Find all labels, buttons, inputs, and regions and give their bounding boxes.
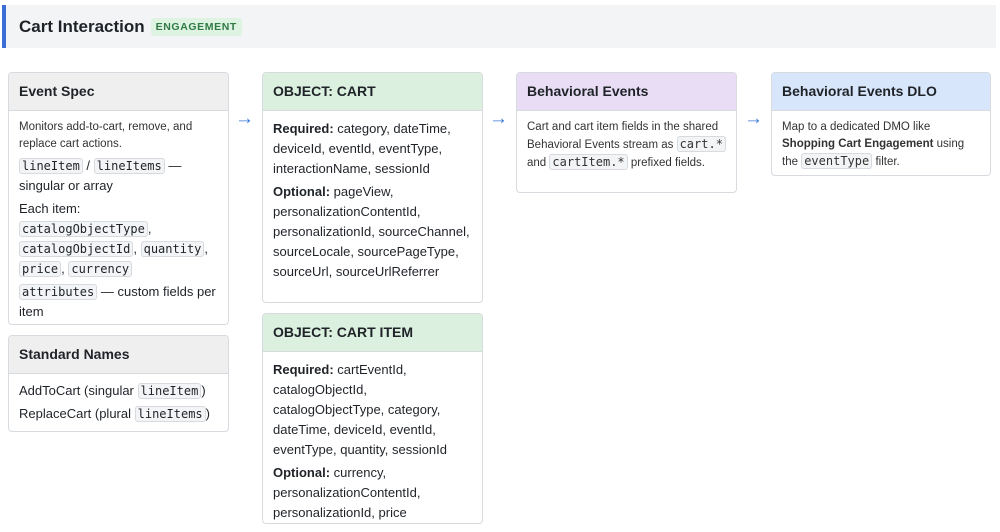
arrow-icon: →: [235, 108, 254, 129]
replace-cart-line: ReplaceCart (plural lineItems): [19, 404, 218, 424]
filter-text: filter.: [875, 156, 900, 168]
object-cart-title: OBJECT: CART: [263, 73, 482, 111]
slash-separator: /: [86, 158, 91, 173]
arrow-icon: →: [489, 108, 508, 129]
object-cart-item-title: OBJECT: CART ITEM: [263, 314, 482, 352]
arrow-icon: →: [744, 108, 763, 129]
object-cart-item-optional: Optional: currency, personalizationConte…: [273, 463, 472, 523]
line-item-line: lineItem / lineItems — singular or array: [19, 156, 218, 196]
engagement-badge: ENGAGEMENT: [150, 17, 242, 36]
replace-cart-text: ReplaceCart (plural: [19, 406, 131, 421]
object-cart-item-required: Required: cartEventId, catalogObjectId, …: [273, 360, 472, 460]
currency-code: currency: [68, 261, 133, 277]
object-cart-card: OBJECT: CART Required: category, dateTim…: [262, 72, 483, 303]
page-title: Cart Interaction: [19, 16, 145, 36]
each-item-label: Each item:: [19, 201, 81, 216]
shopping-cart-engagement-text: Shopping Cart Engagement: [782, 138, 934, 150]
add-to-cart-line: AddToCart (singular lineItem): [19, 381, 218, 401]
optional-label: Optional:: [273, 184, 331, 199]
add-to-cart-code: lineItem: [137, 383, 202, 399]
event-spec-description: Monitors add-to-cart, remove, and replac…: [19, 121, 193, 150]
catalog-object-id-code: catalogObjectId: [19, 241, 134, 257]
catalog-object-type-code: catalogObjectType: [19, 221, 148, 237]
required-label: Required:: [273, 121, 334, 136]
close-paren: ): [201, 383, 206, 398]
close-paren: ): [205, 406, 210, 421]
attributes-code: attributes: [19, 284, 98, 300]
event-spec-card: Event Spec Monitors add-to-cart, remove,…: [8, 72, 229, 325]
cart-item-prefix-code: cartItem.*: [549, 154, 628, 170]
and-text: and: [527, 157, 547, 169]
required-label: Required:: [273, 362, 334, 377]
optional-label: Optional:: [273, 465, 331, 480]
standard-names-title: Standard Names: [9, 336, 228, 374]
add-to-cart-text: AddToCart (singular: [19, 383, 134, 398]
cart-prefix-code: cart.*: [676, 136, 726, 152]
standard-names-card: Standard Names AddToCart (singular lineI…: [8, 335, 229, 432]
object-cart-required: Required: category, dateTime, deviceId, …: [273, 119, 472, 179]
price-code: price: [19, 261, 62, 277]
event-type-code: eventType: [801, 153, 873, 169]
dlo-text: Map to a dedicated DMO like: [782, 121, 931, 133]
replace-cart-code: lineItems: [134, 406, 206, 422]
line-item-code: lineItem: [19, 158, 83, 174]
prefixed-fields-text: prefixed fields.: [630, 157, 705, 169]
attributes-line: attributes — custom fields per item: [19, 282, 218, 322]
behavioral-events-title: Behavioral Events: [517, 73, 736, 111]
object-cart-optional: Optional: pageView, personalizationConte…: [273, 182, 472, 282]
quantity-code: quantity: [140, 241, 205, 257]
behavioral-events-dlo-title: Behavioral Events DLO: [772, 73, 990, 111]
object-cart-item-card: OBJECT: CART ITEM Required: cartEventId,…: [262, 313, 483, 524]
line-items-code: lineItems: [93, 158, 165, 174]
behavioral-events-card: Behavioral Events Cart and cart item fie…: [516, 72, 737, 193]
page-header: Cart Interaction ENGAGEMENT: [2, 5, 996, 48]
behavioral-events-dlo-card: Behavioral Events DLO Map to a dedicated…: [771, 72, 991, 176]
event-spec-title: Event Spec: [9, 73, 228, 111]
each-item-block: Each item: catalogObjectType, catalogObj…: [19, 201, 209, 277]
